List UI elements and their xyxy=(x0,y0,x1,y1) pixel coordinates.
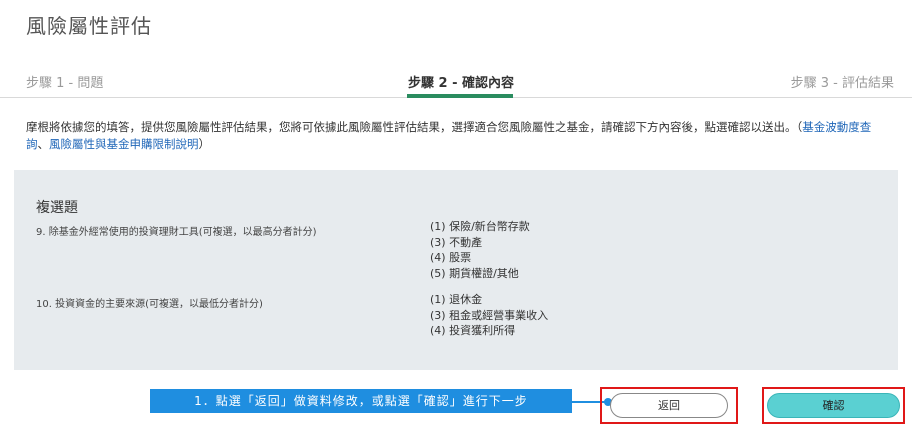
instruction-callout: 1．點選「返回」做資料修改，或點選「確認」進行下一步 xyxy=(150,389,572,413)
question-10: 10. 投資資金的主要來源(可複選，以最低分者計分) xyxy=(36,299,263,310)
answer-item: (3) 不動產 xyxy=(430,235,483,249)
answers-panel: 複選題 9. 除基金外經常使用的投資理財工具(可複選，以最高分者計分) (1) … xyxy=(14,170,898,370)
step-progress-bar: 步驟 1 - 問題 步驟 2 - 確認內容 步驟 3 - 評估結果 xyxy=(0,66,912,98)
back-button[interactable]: 返回 xyxy=(610,393,728,418)
answer-item: (3) 租金或經營事業收入 xyxy=(430,308,549,322)
answer-item: (5) 期貨權證/其他 xyxy=(430,266,519,280)
answer-item: (1) 退休金 xyxy=(430,293,483,306)
intro-separator: 、 xyxy=(37,137,50,151)
question-9-answers: (1) 保險/新台幣存款 (3) 不動產 (4) 股票 (5) 期貨權證/其他 xyxy=(430,219,530,281)
step-2-label: 步驟 2 - 確認內容 xyxy=(408,76,515,91)
answer-item: (4) 投資獲利所得 xyxy=(430,324,516,337)
step-1-label: 步驟 1 - 問題 xyxy=(26,76,104,91)
answer-item: (1) 保險/新台幣存款 xyxy=(430,220,530,233)
active-step-indicator xyxy=(407,94,513,98)
page-title: 風險屬性評估 xyxy=(26,14,152,38)
step-3-label: 步驟 3 - 評估結果 xyxy=(790,76,894,91)
intro-paragraph: 摩根將依據您的填答，提供您風險屬性評估結果，您將可依據此風險屬性評估結果，選擇適… xyxy=(26,119,894,153)
risk-limit-link[interactable]: 風險屬性與基金申購限制說明 xyxy=(49,137,199,151)
question-10-answers: (1) 退休金 (3) 租金或經營事業收入 (4) 投資獲利所得 xyxy=(430,292,548,339)
section-title: 複選題 xyxy=(36,200,78,216)
intro-close: ） xyxy=(198,137,211,151)
intro-text: 摩根將依據您的填答，提供您風險屬性評估結果，您將可依據此風險屬性評估結果，選擇適… xyxy=(26,120,803,134)
question-9: 9. 除基金外經常使用的投資理財工具(可複選，以最高分者計分) xyxy=(36,227,317,238)
confirm-button[interactable]: 確認 xyxy=(767,393,900,418)
answer-item: (4) 股票 xyxy=(430,251,472,264)
